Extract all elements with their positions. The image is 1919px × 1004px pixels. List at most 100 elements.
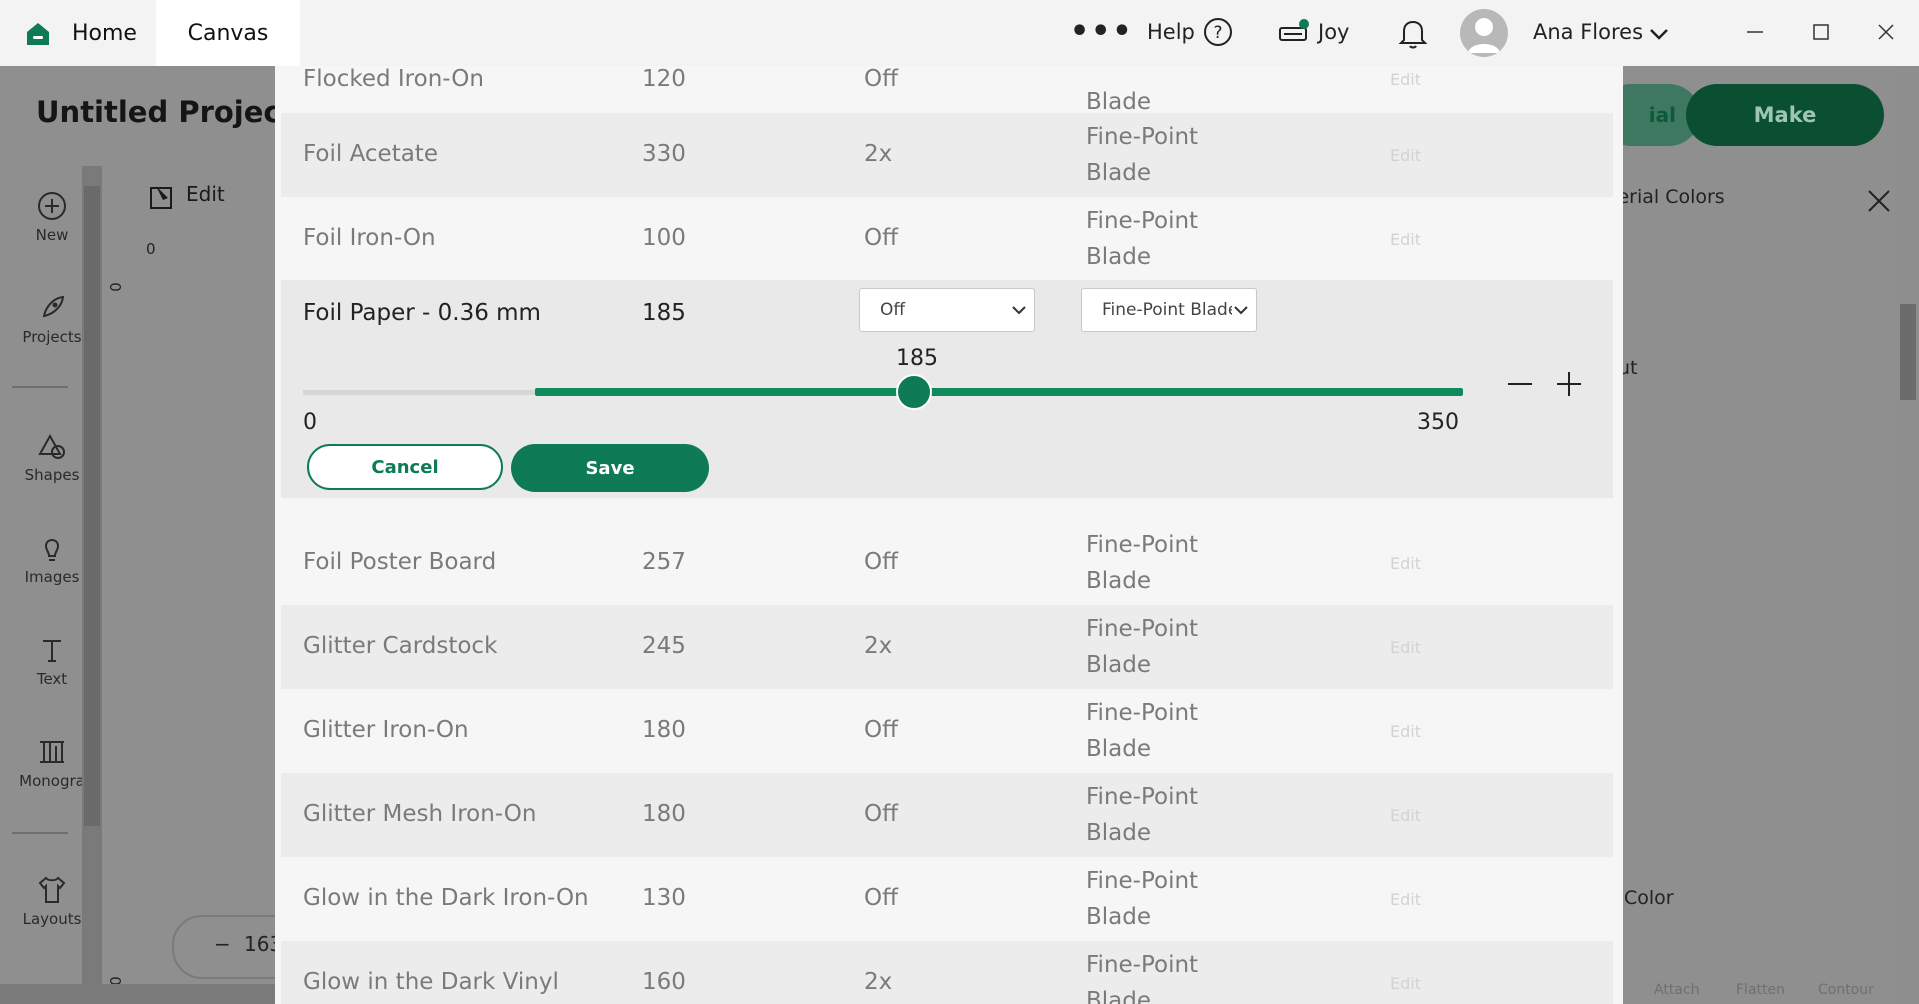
- material-blade-line2: Blade: [1086, 160, 1152, 186]
- material-pressure: 120: [642, 66, 686, 92]
- zoom-out-button[interactable]: −: [214, 932, 231, 956]
- canvas-horizontal-scrollbar[interactable]: [0, 984, 275, 1004]
- edit-link[interactable]: Edit: [1390, 890, 1421, 909]
- machine-icon[interactable]: [1277, 18, 1311, 48]
- scrollbar-thumb[interactable]: [84, 186, 100, 826]
- material-blade-line1: Fine-Point: [1086, 208, 1199, 234]
- avatar[interactable]: [1460, 9, 1508, 57]
- ruler-v-zero: 0: [105, 282, 124, 292]
- cancel-button[interactable]: Cancel: [307, 444, 503, 490]
- edit-link[interactable]: Edit: [1390, 806, 1421, 825]
- rail-label-projects: Projects: [22, 328, 82, 346]
- multi-cut-select[interactable]: Off: [859, 288, 1035, 332]
- edit-tool-icon[interactable]: [148, 182, 178, 212]
- lightbulb-icon: [44, 539, 60, 561]
- decrease-pressure-icon[interactable]: [1505, 369, 1535, 399]
- rail-label-text: Text: [36, 670, 68, 688]
- bell-icon[interactable]: [1397, 16, 1429, 50]
- material-blade-line2: Blade: [1086, 736, 1152, 762]
- flatten-button[interactable]: Flatten: [1736, 982, 1785, 998]
- material-blade: Fine-Point Blade: [1086, 527, 1198, 599]
- edit-link[interactable]: Edit: [1390, 146, 1421, 165]
- main-scrollbar[interactable]: [1897, 66, 1919, 1004]
- ruler-h-zero: 0: [146, 240, 156, 258]
- material-blade: Fine-Point Blade: [1086, 119, 1198, 191]
- make-button[interactable]: Make: [1686, 84, 1884, 146]
- edit-link[interactable]: Edit: [1390, 638, 1421, 657]
- edit-link[interactable]: Edit: [1390, 70, 1421, 89]
- chevron-down-icon: [1232, 301, 1250, 319]
- material-passes: Off: [864, 801, 898, 827]
- maximize-icon[interactable]: [1803, 14, 1839, 50]
- material-passes: Off: [864, 66, 898, 92]
- material-name: Flocked Iron-On: [303, 66, 484, 92]
- user-avatar-icon: [1468, 18, 1500, 53]
- expanded-pressure-value: 185: [642, 300, 686, 326]
- pressure-slider-handle[interactable]: [896, 374, 932, 410]
- panel-close-icon[interactable]: [1866, 188, 1892, 214]
- edit-link[interactable]: Edit: [1390, 554, 1421, 573]
- user-name[interactable]: Ana Flores: [1533, 20, 1643, 44]
- shirt-icon: [38, 876, 66, 903]
- contour-button[interactable]: Contour: [1818, 982, 1874, 998]
- pressure-slider-fill: [535, 388, 1463, 396]
- material-row-glitter-cardstock[interactable]: Glitter Cardstock 245 2x Fine-Point Blade…: [281, 605, 1613, 689]
- material-pressure: 330: [642, 141, 686, 167]
- slider-max-label: 350: [1417, 410, 1459, 435]
- project-title: Untitled Project*: [36, 95, 310, 129]
- material-blade-line1: Fine-Point: [1086, 532, 1199, 558]
- home-logo-icon[interactable]: [24, 20, 52, 48]
- material-passes: Off: [864, 549, 898, 575]
- blade-select[interactable]: Fine-Point Blade: [1081, 288, 1257, 332]
- material-blade-line1: Fine-Point: [1086, 868, 1199, 894]
- increase-pressure-icon[interactable]: [1553, 368, 1585, 400]
- monogram-icon: [40, 741, 64, 763]
- material-blade-line2: Blade: [1086, 988, 1152, 1004]
- material-blade-line2: Blade: [1086, 820, 1152, 846]
- machine-name[interactable]: Joy: [1318, 20, 1349, 44]
- help-icon[interactable]: ?: [1203, 17, 1233, 47]
- slider-min-label: 0: [303, 410, 317, 435]
- chevron-down-icon[interactable]: [1648, 23, 1670, 45]
- window-close-icon[interactable]: [1868, 14, 1904, 50]
- edit-tool-button[interactable]: Edit: [186, 182, 225, 206]
- material-pressure: 160: [642, 969, 686, 995]
- svg-text:?: ?: [1213, 23, 1222, 43]
- material-blade-line1: Fine-Point: [1086, 616, 1199, 642]
- material-row-glitter-iron-on[interactable]: Glitter Iron-On 180 Off Fine-Point Blade …: [281, 689, 1613, 773]
- more-options-button[interactable]: •••: [1070, 14, 1134, 49]
- tab-home[interactable]: Home: [72, 0, 137, 66]
- title-bar: Home Canvas ••• Help ? Joy Ana Flores: [0, 0, 1919, 66]
- material-blade-line1: Fine-Point: [1086, 700, 1199, 726]
- edit-link[interactable]: Edit: [1390, 974, 1421, 993]
- attach-button[interactable]: Attach: [1654, 982, 1699, 998]
- save-button[interactable]: Save: [511, 444, 709, 492]
- material-name: Glow in the Dark Vinyl: [303, 969, 559, 995]
- material-row-foil-poster-board[interactable]: Foil Poster Board 257 Off Fine-Point Blad…: [281, 521, 1613, 605]
- minimize-icon[interactable]: [1737, 14, 1773, 50]
- help-button[interactable]: Help: [1147, 20, 1195, 44]
- tab-home-label: Home: [72, 20, 137, 46]
- material-name: Foil Iron-On: [303, 225, 436, 251]
- material-blade: Fine-Point Blade: [1086, 695, 1198, 767]
- plus-circle-icon: [38, 192, 66, 220]
- material-row-foil-iron-on[interactable]: Foil Iron-On 100 Off Fine-Point Blade Edi…: [281, 197, 1613, 281]
- material-blade-line2: Blade: [1086, 568, 1152, 594]
- material-row-glitter-mesh-iron-on[interactable]: Glitter Mesh Iron-On 180 Off Fine-Point B…: [281, 773, 1613, 857]
- rail-label-monogram: Monogra: [19, 772, 85, 790]
- material-name: Foil Acetate: [303, 141, 438, 167]
- material-button-label: ial: [1648, 103, 1676, 127]
- material-row-glow-iron-on[interactable]: Glow in the Dark Iron-On 130 Off Fine-Po…: [281, 857, 1613, 941]
- right-panel-color-label: Color: [1624, 887, 1674, 909]
- tab-canvas[interactable]: Canvas: [156, 0, 300, 66]
- edit-link[interactable]: Edit: [1390, 722, 1421, 741]
- material-row-glow-vinyl[interactable]: Glow in the Dark Vinyl 160 2x Fine-Point…: [281, 941, 1613, 1004]
- edit-link[interactable]: Edit: [1390, 230, 1421, 249]
- canvas-scrollbar[interactable]: [82, 166, 102, 992]
- slider-current-value: 185: [896, 346, 938, 371]
- chevron-down-icon: [1010, 301, 1028, 319]
- material-row-foil-acetate[interactable]: Foil Acetate 330 2x Fine-Point Blade Edit: [281, 113, 1613, 197]
- material-name: Glow in the Dark Iron-On: [303, 885, 589, 911]
- main-scrollbar-thumb[interactable]: [1900, 304, 1916, 400]
- material-passes: 2x: [864, 969, 893, 995]
